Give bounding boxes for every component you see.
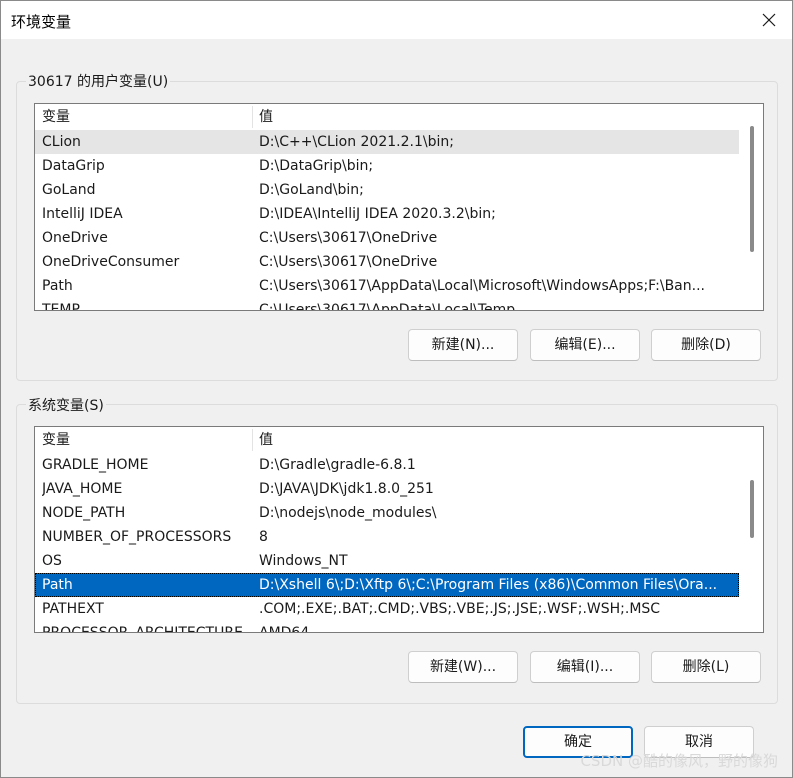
user-edit-button[interactable]: 编辑(E)... — [530, 329, 640, 361]
window-title: 环境变量 — [11, 13, 72, 31]
title-bar[interactable]: 环境变量 — [1, 1, 792, 39]
variable-name: Path — [42, 577, 73, 593]
list-item[interactable]: TEMP C:\Users\30617\AppData\Local\Temp — [35, 298, 739, 311]
variable-name: OneDrive — [42, 230, 108, 246]
system-delete-button[interactable]: 删除(L) — [651, 651, 761, 683]
variable-name: PATHEXT — [42, 601, 104, 617]
variable-name: PROCESSOR_ARCHITECTURE — [42, 625, 243, 633]
variable-value: .COM;.EXE;.BAT;.CMD;.VBS;.VBE;.JS;.JSE;.… — [259, 601, 661, 617]
variable-value: C:\Users\30617\OneDrive — [259, 230, 438, 246]
variable-value: C:\Users\30617\AppData\Local\Temp — [259, 302, 516, 311]
column-header-variable[interactable]: 变量 — [42, 104, 70, 130]
column-divider[interactable] — [252, 429, 253, 451]
variable-value: 8 — [259, 529, 268, 545]
variable-name: NUMBER_OF_PROCESSORS — [42, 529, 232, 545]
variable-value: C:\Users\30617\OneDrive — [259, 254, 438, 270]
column-divider[interactable] — [252, 106, 253, 128]
variable-value: D:\Gradle\gradle-6.8.1 — [259, 457, 416, 473]
variable-value: AMD64 — [259, 625, 310, 633]
variable-name: GRADLE_HOME — [42, 457, 149, 473]
column-header-value[interactable]: 值 — [259, 104, 273, 130]
environment-variables-dialog: 环境变量 30617 的用户变量(U) 变量 值 CLion D:\C++\CLi… — [0, 0, 793, 778]
system-variables-list[interactable]: 变量 值 GRADLE_HOME D:\Gradle\gradle-6.8.1 JA… — [34, 426, 764, 633]
variable-name: CLion — [42, 134, 81, 150]
variable-name: TEMP — [42, 302, 80, 311]
user-variables-list[interactable]: 变量 值 CLion D:\C++\CLion 2021.2.1\bin; Data… — [34, 103, 764, 311]
variable-name: IntelliJ IDEA — [42, 206, 123, 222]
list-item[interactable]: NODE_PATH D:\nodejs\node_modules\ — [35, 501, 739, 525]
system-variables-scrollbar[interactable] — [739, 427, 763, 632]
variable-name: JAVA_HOME — [42, 481, 123, 497]
list-item[interactable]: OneDrive C:\Users\30617\OneDrive — [35, 226, 739, 250]
scrollbar-thumb[interactable] — [750, 126, 754, 252]
system-variables-label: 系统变量(S) — [26, 395, 106, 415]
variable-value: D:\nodejs\node_modules\ — [259, 505, 437, 521]
column-header-variable[interactable]: 变量 — [42, 427, 70, 453]
variable-value: D:\IDEA\IntelliJ IDEA 2020.3.2\bin; — [259, 206, 496, 222]
list-item[interactable]: IntelliJ IDEA D:\IDEA\IntelliJ IDEA 2020.… — [35, 202, 739, 226]
system-variables-rows: GRADLE_HOME D:\Gradle\gradle-6.8.1 JAVA_HO… — [35, 453, 739, 633]
variable-value: C:\Users\30617\AppData\Local\Microsoft\W… — [259, 278, 705, 294]
list-item[interactable]: PATHEXT .COM;.EXE;.BAT;.CMD;.VBS;.VBE;.JS… — [35, 597, 739, 621]
user-variables-scrollbar[interactable] — [739, 104, 763, 310]
list-item[interactable]: CLion D:\C++\CLion 2021.2.1\bin; — [35, 130, 739, 154]
variable-value: D:\C++\CLion 2021.2.1\bin; — [259, 134, 454, 150]
user-variables-rows: CLion D:\C++\CLion 2021.2.1\bin; DataGrip D… — [35, 130, 739, 311]
variable-value: D:\DataGrip\bin; — [259, 158, 374, 174]
variable-name: OneDriveConsumer — [42, 254, 180, 270]
user-variables-header: 变量 值 — [35, 104, 739, 130]
watermark: CSDN @酷的像风，野的像狗 — [580, 752, 778, 770]
list-item[interactable]: JAVA_HOME D:\JAVA\JDK\jdk1.8.0_251 — [35, 477, 739, 501]
variable-name: GoLand — [42, 182, 96, 198]
list-item[interactable]: OneDriveConsumer C:\Users\30617\OneDrive — [35, 250, 739, 274]
scrollbar-thumb[interactable] — [750, 480, 754, 538]
variable-name: Path — [42, 278, 73, 294]
close-icon — [762, 13, 776, 27]
list-item[interactable]: DataGrip D:\DataGrip\bin; — [35, 154, 739, 178]
user-variables-label: 30617 的用户变量(U) — [26, 71, 171, 91]
variable-value: D:\Xshell 6\;D:\Xftp 6\;C:\Program Files… — [259, 577, 718, 593]
system-new-button[interactable]: 新建(W)... — [408, 651, 518, 683]
variable-name: NODE_PATH — [42, 505, 126, 521]
list-item[interactable]: NUMBER_OF_PROCESSORS 8 — [35, 525, 739, 549]
variable-name: OS — [42, 553, 62, 569]
user-new-button[interactable]: 新建(N)... — [408, 329, 518, 361]
list-item[interactable]: Path C:\Users\30617\AppData\Local\Microso… — [35, 274, 739, 298]
system-edit-button[interactable]: 编辑(I)... — [530, 651, 640, 683]
system-variables-header: 变量 值 — [35, 427, 739, 453]
variable-value: D:\GoLand\bin; — [259, 182, 364, 198]
variable-value: Windows_NT — [259, 553, 348, 569]
list-item[interactable]: Path D:\Xshell 6\;D:\Xftp 6\;C:\Program F… — [35, 573, 739, 597]
list-item[interactable]: OS Windows_NT — [35, 549, 739, 573]
variable-value: D:\JAVA\JDK\jdk1.8.0_251 — [259, 481, 434, 497]
variable-name: DataGrip — [42, 158, 105, 174]
close-button[interactable] — [746, 1, 792, 39]
list-item[interactable]: GoLand D:\GoLand\bin; — [35, 178, 739, 202]
user-delete-button[interactable]: 删除(D) — [651, 329, 761, 361]
list-item[interactable]: PROCESSOR_ARCHITECTURE AMD64 — [35, 621, 739, 633]
list-item[interactable]: GRADLE_HOME D:\Gradle\gradle-6.8.1 — [35, 453, 739, 477]
column-header-value[interactable]: 值 — [259, 427, 273, 453]
